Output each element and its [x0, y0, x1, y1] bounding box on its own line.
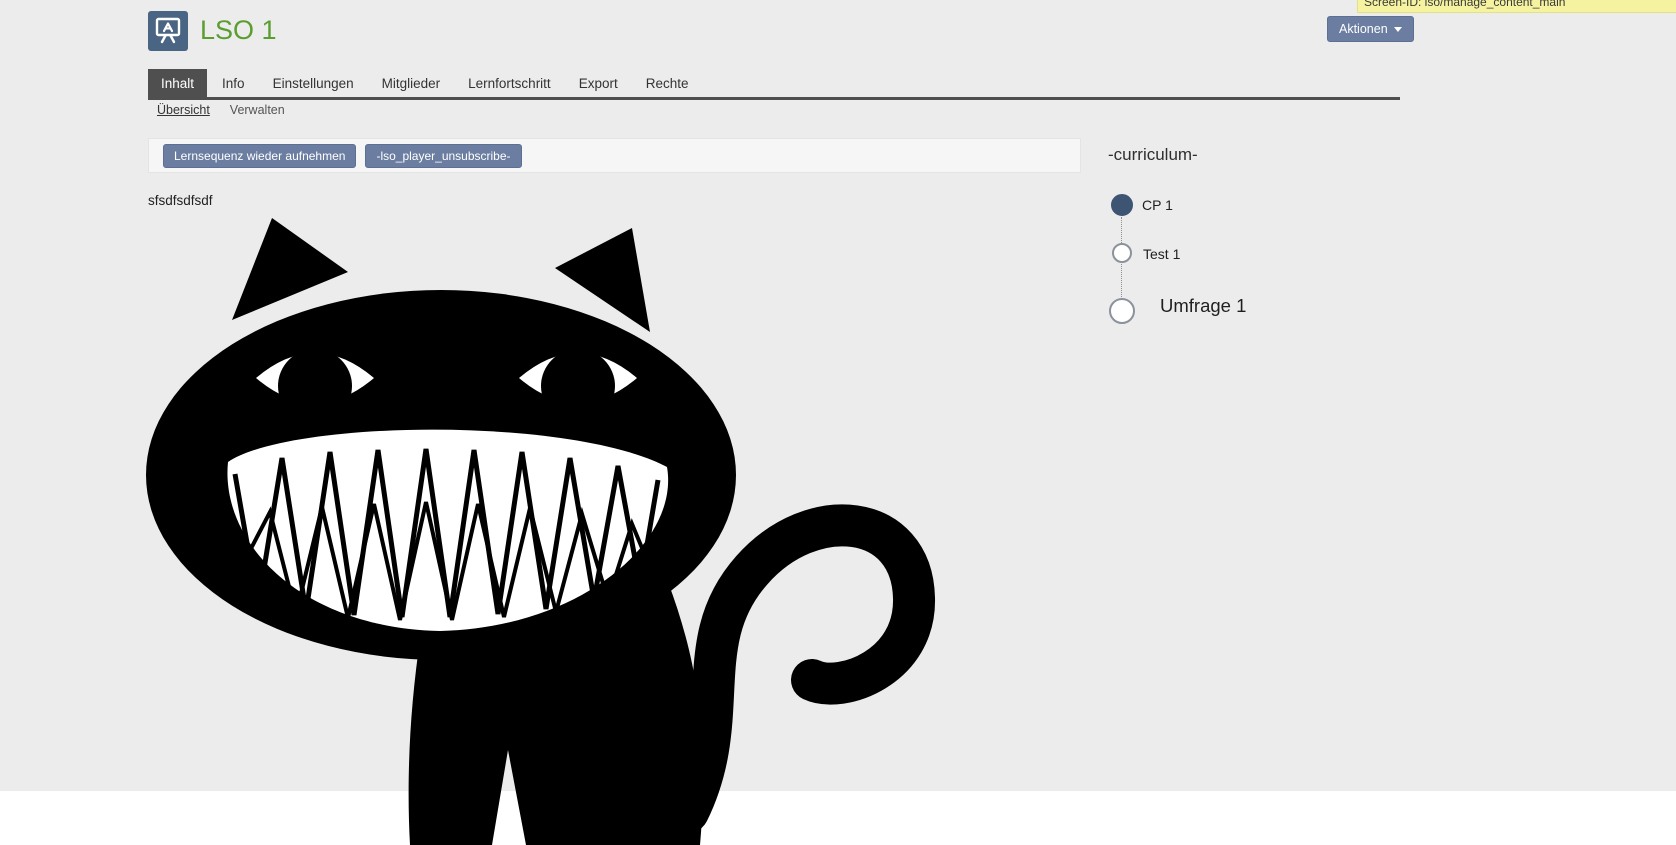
curriculum-connector — [1121, 264, 1122, 297]
resume-sequence-button[interactable]: Lernsequenz wieder aufnehmen — [163, 144, 356, 168]
actions-button-label: Aktionen — [1339, 22, 1388, 36]
black-cat-illustration — [140, 212, 940, 845]
content-image-black-cat — [140, 212, 940, 845]
tab-info[interactable]: Info — [209, 69, 258, 97]
tab-bar: Inhalt Info Einstellungen Mitglieder Ler… — [148, 69, 1400, 100]
tab-inhalt[interactable]: Inhalt — [148, 69, 207, 97]
curriculum-step-node-test1[interactable] — [1112, 243, 1132, 263]
actions-button[interactable]: Aktionen — [1327, 16, 1414, 42]
subtab-verwalten[interactable]: Verwalten — [230, 103, 285, 117]
tab-mitglieder[interactable]: Mitglieder — [369, 69, 454, 97]
subtab-bar: Übersicht Verwalten — [157, 103, 285, 117]
chevron-down-icon — [1394, 27, 1402, 32]
curriculum-step-node-umfrage1[interactable] — [1109, 298, 1135, 324]
tab-rechte[interactable]: Rechte — [633, 69, 702, 97]
curriculum-step-label[interactable]: Umfrage 1 — [1160, 295, 1246, 317]
app-logo[interactable] — [148, 11, 188, 51]
unsubscribe-button[interactable]: -lso_player_unsubscribe- — [365, 144, 521, 168]
curriculum-connector — [1121, 217, 1122, 243]
curriculum-step-label[interactable]: Test 1 — [1143, 246, 1180, 262]
cat-tail — [688, 525, 914, 812]
subtab-uebersicht[interactable]: Übersicht — [157, 103, 210, 117]
content-toolbar: Lernsequenz wieder aufnehmen -lso_player… — [148, 138, 1081, 173]
screen-id-badge: Screen-ID: lso/manage_content_main — [1357, 0, 1676, 13]
curriculum-step-node-cp1[interactable] — [1111, 194, 1133, 216]
learning-sequence-board-icon — [152, 15, 184, 47]
page-title: LSO 1 — [200, 15, 277, 46]
curriculum-title: -curriculum- — [1108, 145, 1198, 165]
tab-lernfortschritt[interactable]: Lernfortschritt — [455, 69, 564, 97]
page: Screen-ID: lso/manage_content_main LSO 1… — [0, 0, 1676, 845]
tab-export[interactable]: Export — [566, 69, 631, 97]
tab-einstellungen[interactable]: Einstellungen — [260, 69, 367, 97]
content-description: sfsdfsdfsdf — [148, 193, 213, 208]
curriculum-step-label[interactable]: CP 1 — [1142, 197, 1173, 213]
